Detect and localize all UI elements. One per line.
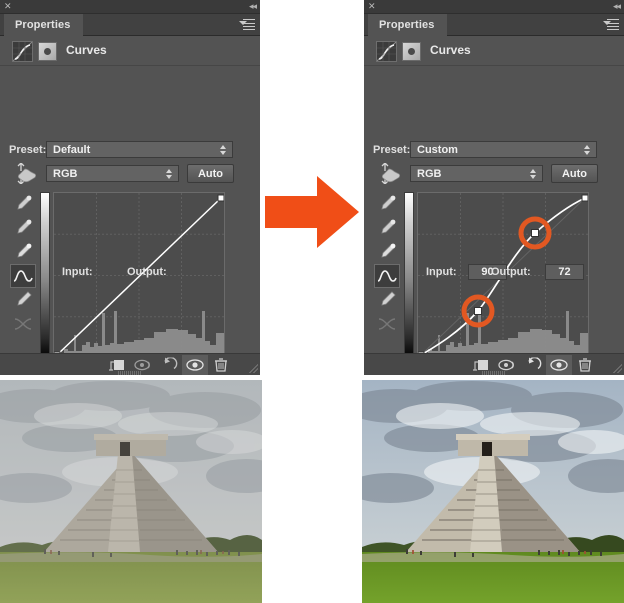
curves-adjustment-icon <box>376 41 397 62</box>
output-value-field[interactable]: 72 <box>545 264 584 280</box>
screenshot-root: ✕ ◂◂ Properties Curves Preset: Default R… <box>0 0 624 603</box>
close-icon[interactable]: ✕ <box>4 0 12 13</box>
targeted-adjustment-hand-icon[interactable] <box>375 162 401 185</box>
auto-button[interactable]: Auto <box>551 164 598 183</box>
transition-arrow-area <box>260 0 364 375</box>
targeted-adjustment-hand-icon[interactable] <box>11 162 37 185</box>
delete-adjustment-layer-icon[interactable] <box>208 355 234 375</box>
layer-mask-thumbnail[interactable] <box>38 42 57 61</box>
preset-select[interactable]: Default <box>46 141 233 158</box>
transition-arrow-right <box>265 176 359 248</box>
curves-tool-column <box>10 192 36 336</box>
panel-resize-corner[interactable] <box>613 364 622 373</box>
properties-panel-before: ✕ ◂◂ Properties Curves Preset: Default R… <box>0 0 260 380</box>
black-point-eyedropper-icon[interactable] <box>10 192 36 216</box>
adjustment-header: Curves <box>364 36 624 66</box>
output-gradient-strip <box>40 192 50 359</box>
gray-point-eyedropper-icon[interactable] <box>374 216 400 240</box>
panel-body: Preset: Default RGB Auto Input: Output: <box>0 66 260 380</box>
channel-select[interactable]: RGB <box>410 165 543 182</box>
curves-adjustment-icon <box>12 41 33 62</box>
photo-after <box>362 380 624 603</box>
panel-footer-toolbar <box>364 353 624 375</box>
panel-footer-toolbar <box>0 353 260 375</box>
tab-properties[interactable]: Properties <box>368 14 448 36</box>
collapse-panel-icon[interactable]: ◂◂ <box>249 0 257 13</box>
gray-point-eyedropper-icon[interactable] <box>10 216 36 240</box>
panel-tab-row: Properties <box>364 14 624 36</box>
adjustment-header: Curves <box>0 36 260 66</box>
adjustment-title: Curves <box>66 43 107 57</box>
properties-panel-after: ✕ ◂◂ Properties Curves Preset: Custom RG… <box>364 0 624 380</box>
preset-label: Preset: <box>9 144 47 156</box>
edit-curve-points-icon[interactable] <box>374 264 400 288</box>
collapse-panel-icon[interactable]: ◂◂ <box>613 0 621 13</box>
panel-titlebar: ✕ ◂◂ <box>364 0 624 14</box>
panel-menu-icon[interactable] <box>603 19 619 31</box>
photo-before <box>0 380 262 603</box>
edit-curve-points-icon[interactable] <box>10 264 36 288</box>
white-point-eyedropper-icon[interactable] <box>10 240 36 264</box>
output-label: Output: <box>491 266 531 278</box>
output-gradient-strip <box>404 192 414 359</box>
panel-tab-row: Properties <box>0 14 260 36</box>
output-label: Output: <box>127 266 167 278</box>
adjustment-title: Curves <box>430 43 471 57</box>
panel-titlebar: ✕ ◂◂ <box>0 0 260 14</box>
toggle-layer-visibility-icon[interactable] <box>182 355 208 375</box>
pencil-draw-curve-icon[interactable] <box>374 288 400 312</box>
tab-properties[interactable]: Properties <box>4 14 84 36</box>
smooth-curve-icon[interactable] <box>374 312 400 336</box>
black-point-eyedropper-icon[interactable] <box>374 192 400 216</box>
input-label: Input: <box>62 266 93 278</box>
spacer-center <box>260 375 364 603</box>
curves-tool-column <box>374 192 400 336</box>
preset-label: Preset: <box>373 144 411 156</box>
smooth-curve-icon[interactable] <box>10 312 36 336</box>
reset-adjustment-icon[interactable] <box>156 355 182 375</box>
pencil-draw-curve-icon[interactable] <box>10 288 36 312</box>
delete-adjustment-layer-icon[interactable] <box>572 355 598 375</box>
toggle-layer-visibility-icon[interactable] <box>546 355 572 375</box>
close-icon[interactable]: ✕ <box>368 0 376 13</box>
channel-select[interactable]: RGB <box>46 165 179 182</box>
input-label: Input: <box>426 266 457 278</box>
white-point-eyedropper-icon[interactable] <box>374 240 400 264</box>
reset-adjustment-icon[interactable] <box>520 355 546 375</box>
panel-body: Preset: Custom RGB Auto Input: 90 Output… <box>364 66 624 380</box>
auto-button[interactable]: Auto <box>187 164 234 183</box>
preset-select[interactable]: Custom <box>410 141 597 158</box>
panel-menu-icon[interactable] <box>239 19 255 31</box>
layer-mask-thumbnail[interactable] <box>402 42 421 61</box>
panel-resize-corner[interactable] <box>249 364 258 373</box>
